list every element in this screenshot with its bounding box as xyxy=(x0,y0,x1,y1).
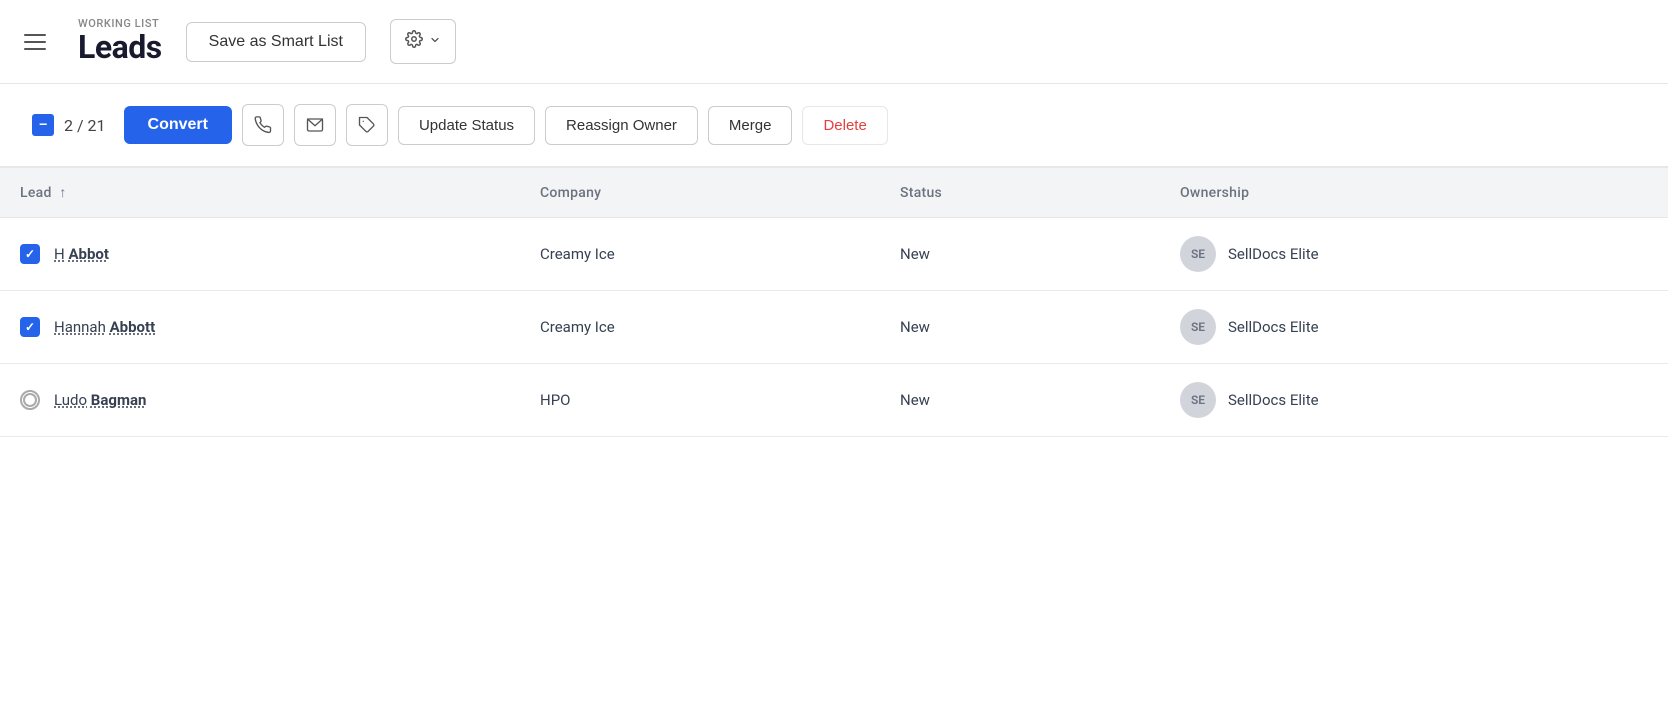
ownership-column-header[interactable]: Ownership xyxy=(1160,168,1668,218)
lead-cell: Hannah Abbott xyxy=(0,291,520,364)
lead-first-name: H xyxy=(54,245,65,263)
deselect-all-button[interactable] xyxy=(32,114,54,136)
status-cell: New xyxy=(880,218,1160,291)
ownership-cell: SE SellDocs Elite xyxy=(1160,291,1668,364)
email-button[interactable] xyxy=(294,104,336,146)
status-cell: New xyxy=(880,291,1160,364)
company-column-header[interactable]: Company xyxy=(520,168,880,218)
reassign-owner-button[interactable]: Reassign Owner xyxy=(545,106,698,145)
company-cell: Creamy Ice xyxy=(520,291,880,364)
table-row: H Abbot Creamy IceNew SE SellDocs Elite xyxy=(0,218,1668,291)
owner-name: SellDocs Elite xyxy=(1228,318,1319,336)
lead-first-name: Hannah xyxy=(54,318,106,336)
lead-last-name: Abbott xyxy=(110,318,156,336)
mail-icon xyxy=(306,116,324,134)
merge-button[interactable]: Merge xyxy=(708,106,793,145)
status-cell: New xyxy=(880,364,1160,437)
tag-button[interactable] xyxy=(346,104,388,146)
row-checkbox[interactable] xyxy=(20,244,40,264)
avatar: SE xyxy=(1180,309,1216,345)
lead-name[interactable]: Ludo Bagman xyxy=(54,391,146,409)
company-cell: Creamy Ice xyxy=(520,218,880,291)
phone-button[interactable] xyxy=(242,104,284,146)
table-row: Hannah Abbott Creamy IceNew SE SellDocs Eli… xyxy=(0,291,1668,364)
ownership-cell: SE SellDocs Elite xyxy=(1160,218,1668,291)
gear-icon xyxy=(405,30,423,53)
page-title: Leads xyxy=(78,30,162,65)
toolbar: 2 / 21 Convert Update Status Reassign Ow… xyxy=(0,84,1668,166)
lead-cell: H Abbot xyxy=(0,218,520,291)
lead-first-name: Ludo xyxy=(54,391,87,409)
update-status-button[interactable]: Update Status xyxy=(398,106,535,145)
delete-button[interactable]: Delete xyxy=(802,106,887,145)
ownership-cell: SE SellDocs Elite xyxy=(1160,364,1668,437)
header: WORKING LIST Leads Save as Smart List xyxy=(0,0,1668,84)
row-uncheck-icon[interactable] xyxy=(20,390,40,410)
leads-table: Lead ↑ Company Status Ownership H Abbot C… xyxy=(0,166,1668,437)
company-cell: HPO xyxy=(520,364,880,437)
table-header-row: Lead ↑ Company Status Ownership xyxy=(0,168,1668,218)
tag-icon xyxy=(358,116,376,134)
table-row: Ludo Bagman HPONew SE SellDocs Elite xyxy=(0,364,1668,437)
phone-icon xyxy=(254,116,272,134)
status-column-header[interactable]: Status xyxy=(880,168,1160,218)
gear-settings-button[interactable] xyxy=(390,19,456,64)
hamburger-menu-icon[interactable] xyxy=(24,34,46,50)
lead-cell: Ludo Bagman xyxy=(0,364,520,437)
save-smart-list-button[interactable]: Save as Smart List xyxy=(186,22,366,62)
lead-name[interactable]: Hannah Abbott xyxy=(54,318,155,336)
avatar: SE xyxy=(1180,236,1216,272)
row-checkbox[interactable] xyxy=(20,317,40,337)
lead-name[interactable]: H Abbot xyxy=(54,245,109,263)
sort-arrow-icon: ↑ xyxy=(59,184,66,201)
title-block: WORKING LIST Leads xyxy=(78,18,162,65)
convert-button[interactable]: Convert xyxy=(124,106,232,144)
owner-name: SellDocs Elite xyxy=(1228,391,1319,409)
lead-last-name: Bagman xyxy=(91,391,147,409)
lead-last-name: Abbot xyxy=(68,245,109,263)
avatar: SE xyxy=(1180,382,1216,418)
owner-name: SellDocs Elite xyxy=(1228,245,1319,263)
chevron-down-icon xyxy=(429,33,441,51)
selection-count: 2 / 21 xyxy=(64,116,106,135)
lead-column-header[interactable]: Lead ↑ xyxy=(0,168,520,218)
